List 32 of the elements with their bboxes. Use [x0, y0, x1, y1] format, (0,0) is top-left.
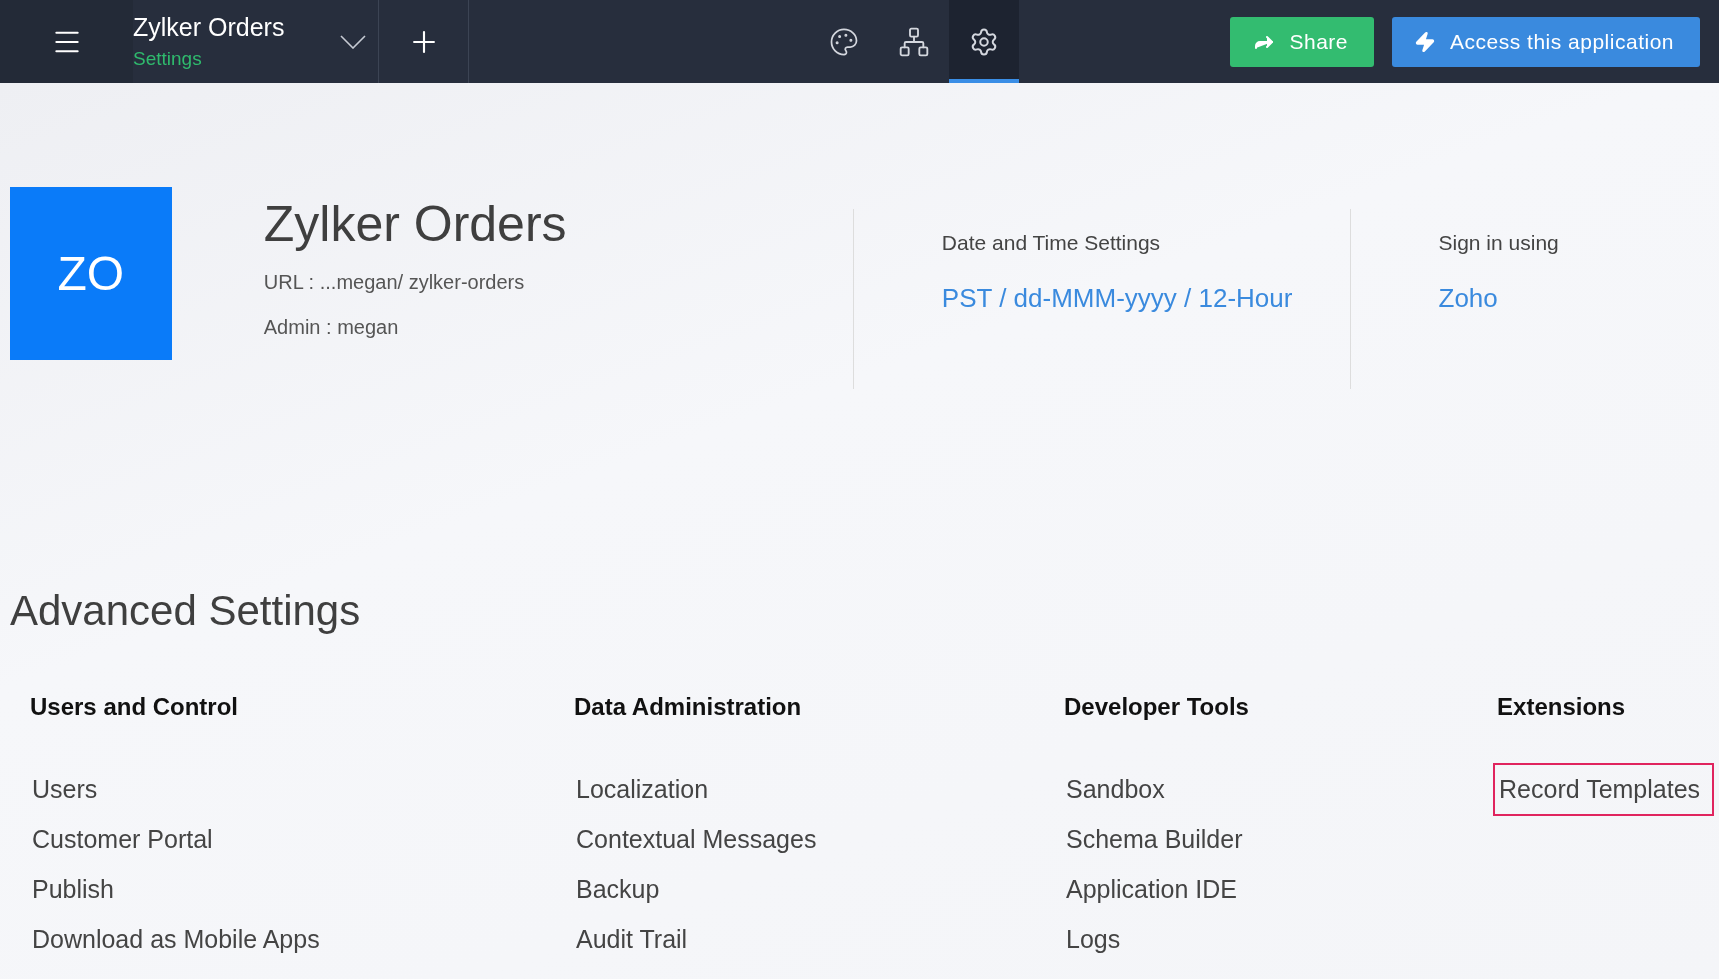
lightning-icon: [1414, 30, 1437, 53]
app-name: Zylker Orders: [133, 13, 286, 42]
toolbar-tab[interactable]: [949, 0, 1020, 83]
settings-link[interactable]: Backup: [570, 863, 674, 916]
settings-link[interactable]: Sandbox: [1060, 763, 1179, 816]
category-heading: Extensions: [1497, 693, 1627, 721]
settings-link[interactable]: Users: [26, 763, 112, 816]
hierarchy-icon: [898, 25, 931, 58]
settings-link[interactable]: Contextual Messages: [570, 813, 831, 866]
setting-label: Sign in using: [1438, 231, 1560, 255]
category-heading: Data Administration: [574, 693, 803, 721]
app-title: Zylker Orders: [263, 195, 568, 253]
category-heading: Developer Tools: [1064, 693, 1250, 721]
settings-link[interactable]: Record Templates: [1493, 763, 1715, 816]
palette-icon: [829, 26, 860, 57]
settings-link[interactable]: Logs: [1060, 913, 1135, 966]
settings-link[interactable]: Schema Builder: [1060, 813, 1257, 866]
app-detail: URL : ...megan/ zylker-orders: [263, 271, 526, 294]
app-detail: Admin : megan: [263, 316, 400, 339]
setting-label: Date and Time Settings: [941, 231, 1162, 255]
access-application-button[interactable]: Access this application: [1392, 16, 1700, 67]
settings-link[interactable]: Customer Portal: [26, 813, 227, 866]
settings-link[interactable]: Publish: [26, 863, 128, 916]
chevron-down-icon: [340, 34, 366, 49]
settings-link[interactable]: Audit Trail: [570, 913, 702, 966]
settings-link[interactable]: Application IDE: [1060, 863, 1251, 916]
category-heading: Users and Control: [30, 693, 240, 721]
settings-link[interactable]: Localization: [570, 763, 723, 816]
settings-link[interactable]: Download as Mobile Apps: [26, 913, 334, 966]
section-title: Advanced Settings: [10, 587, 362, 635]
app-logo: ZO: [10, 187, 172, 360]
page-subtitle: Settings: [133, 48, 203, 70]
